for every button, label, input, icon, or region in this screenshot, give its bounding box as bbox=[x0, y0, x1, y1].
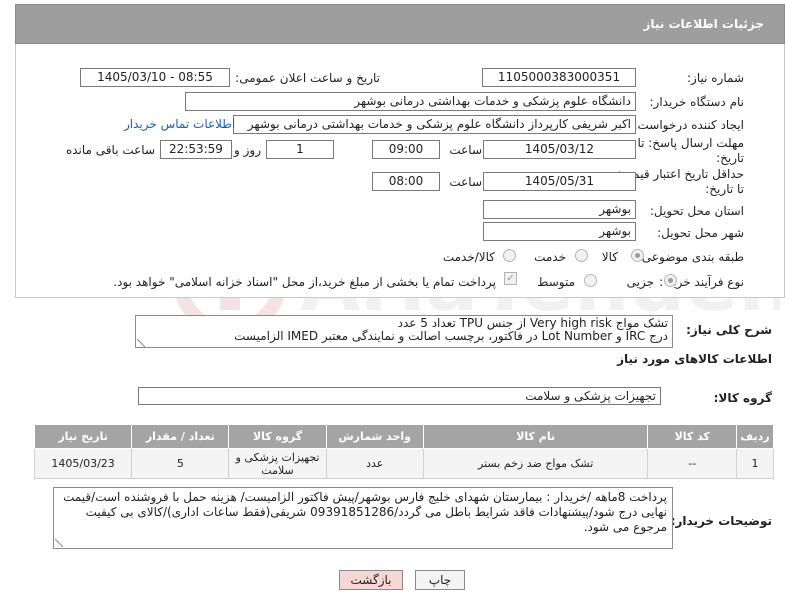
treasury-payment-note: پرداخت تمام یا بخشی از مبلغ خرید،از محل … bbox=[113, 275, 496, 289]
print-button[interactable]: چاپ bbox=[415, 570, 465, 590]
col-row-header: ردیف bbox=[736, 424, 774, 449]
category-goods-service-label: کالا/خدمت bbox=[442, 250, 495, 264]
category-radio-service[interactable] bbox=[575, 249, 588, 262]
general-description-textarea[interactable]: تشک مواج Very high risk از جنس TPU تعداد… bbox=[135, 315, 673, 348]
days-label: روز و bbox=[234, 143, 261, 157]
cell-qty: 5 bbox=[131, 448, 230, 479]
deadline-date-field: 1405/03/12 bbox=[483, 140, 636, 159]
table-header-row: ردیف کد کالا نام کالا واحد شمارش گروه کا… bbox=[33, 424, 774, 449]
cell-unit: عدد bbox=[325, 448, 424, 479]
resize-handle-icon[interactable] bbox=[137, 339, 145, 347]
page-title: جزئیات اطلاعات نیاز bbox=[643, 17, 764, 31]
price-validity-time-field: 08:00 bbox=[372, 172, 440, 191]
process-minor-label: جزیی bbox=[626, 275, 654, 289]
col-code-header: کد کالا bbox=[647, 424, 738, 449]
cell-row: 1 bbox=[736, 448, 774, 479]
general-description-label: شرح کلی نیاز: bbox=[686, 323, 772, 337]
deadline-label: مهلت ارسال پاسخ: تا تاریخ: bbox=[637, 136, 744, 165]
announce-date-field: 1405/03/10 - 08:55 bbox=[80, 68, 230, 87]
category-radio-goods[interactable] bbox=[631, 249, 644, 262]
panel-header: جزئیات اطلاعات نیاز bbox=[15, 4, 785, 44]
col-group-header: گروه کالا bbox=[228, 424, 327, 449]
table-row: 1 -- تشک مواج ضد زخم بستر عدد تجهیزات پز… bbox=[33, 448, 774, 479]
cell-name: تشک مواج ضد زخم بستر bbox=[422, 448, 649, 479]
buyer-notes-textarea[interactable]: پرداخت 8ماهه /خریدار : بیمارستان شهدای خ… bbox=[53, 487, 673, 549]
requester-field: اکبر شریفی کارپرداز دانشگاه علوم پزشکی و… bbox=[233, 115, 636, 134]
category-goods-label: کالا bbox=[601, 250, 618, 264]
goods-group-field: تجهیزات پزشکی و سلامت bbox=[138, 387, 661, 405]
time-remaining-label: ساعت باقی مانده bbox=[65, 143, 155, 157]
announce-date-label: تاریخ و ساعت اعلان عمومی: bbox=[235, 71, 380, 85]
need-number-field: 1105000383000351 bbox=[482, 68, 636, 87]
process-medium-label: متوسط bbox=[537, 275, 575, 289]
delivery-province-label: استان محل تحویل: bbox=[649, 204, 744, 218]
deadline-time-label: ساعت bbox=[449, 143, 482, 157]
days-remaining-field: 1 bbox=[266, 140, 334, 159]
delivery-province-field: بوشهر bbox=[483, 200, 636, 219]
col-unit-header: واحد شمارش bbox=[325, 424, 424, 449]
cell-date: 1405/03/23 bbox=[33, 448, 133, 479]
goods-table: ردیف کد کالا نام کالا واحد شمارش گروه کا… bbox=[33, 424, 774, 479]
process-radio-medium[interactable] bbox=[584, 274, 597, 287]
resize-handle-icon[interactable] bbox=[55, 539, 63, 547]
category-service-label: خدمت bbox=[534, 250, 566, 264]
requester-label: ایجاد کننده درخواست: bbox=[633, 118, 744, 132]
back-button[interactable]: بازگشت bbox=[339, 570, 403, 590]
price-validity-date-field: 1405/05/31 bbox=[483, 172, 636, 191]
buyer-notes-label: توضیحات خریدار: bbox=[670, 514, 772, 528]
buyer-contact-link[interactable]: اطلاعات تماس خریدار bbox=[124, 117, 235, 131]
col-name-header: نام کالا bbox=[422, 424, 649, 449]
goods-group-label: گروه کالا: bbox=[713, 391, 772, 405]
price-validity-time-label: ساعت bbox=[449, 175, 482, 189]
deadline-time-field: 09:00 bbox=[372, 140, 440, 159]
treasury-checkbox[interactable]: ✓ bbox=[504, 272, 517, 285]
delivery-city-label: شهر محل تحویل: bbox=[657, 226, 744, 240]
process-radio-minor[interactable] bbox=[664, 274, 677, 287]
time-remaining-field: 22:53:59 bbox=[160, 140, 232, 159]
cell-code: -- bbox=[647, 448, 738, 479]
buyer-org-label: نام دستگاه خریدار: bbox=[649, 95, 745, 109]
buyer-org-field: دانشگاه علوم پزشکی و خدمات بهداشتی درمان… bbox=[185, 92, 636, 111]
cell-group: تجهیزات پزشکی و سلامت bbox=[228, 448, 327, 479]
col-date-header: تاریخ نیاز bbox=[33, 424, 133, 449]
delivery-city-field: بوشهر bbox=[483, 222, 636, 241]
category-radio-goods-service[interactable] bbox=[503, 249, 516, 262]
need-number-label: شماره نیاز: bbox=[687, 71, 744, 85]
category-label: طبقه بندی موضوعی: bbox=[637, 250, 744, 264]
goods-info-title: اطلاعات کالاهای مورد نیاز bbox=[617, 352, 772, 366]
col-qty-header: تعداد / مقدار bbox=[131, 424, 230, 449]
